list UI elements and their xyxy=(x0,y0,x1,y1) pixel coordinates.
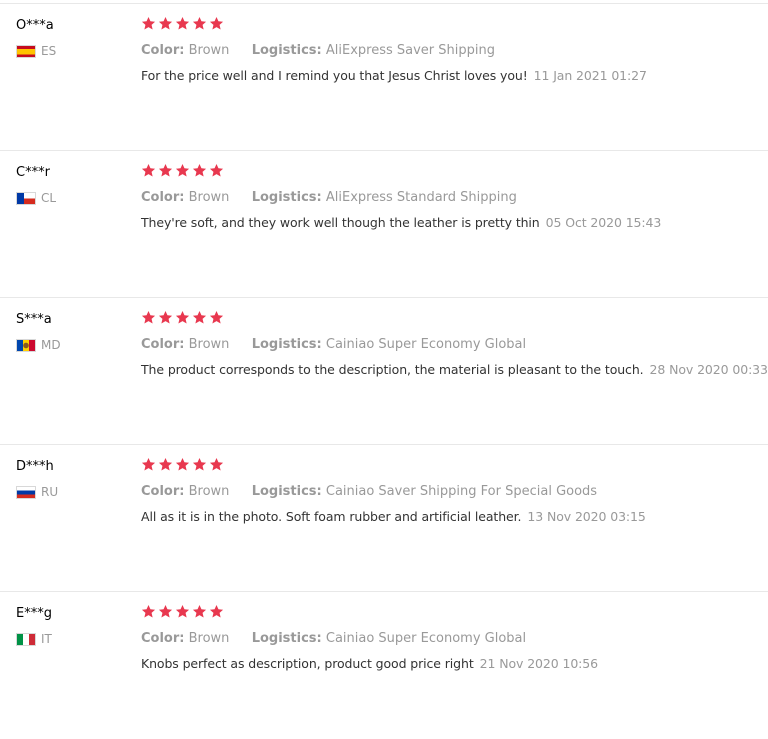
logistics-value: Cainiao Super Economy Global xyxy=(325,631,527,646)
color-value: Brown xyxy=(188,190,230,205)
comment-text: All as it is in the photo. Soft foam rub… xyxy=(141,509,522,524)
comment-text: Knobs perfect as description, product go… xyxy=(141,656,474,671)
star-icon xyxy=(175,163,190,177)
review-date: 28 Nov 2020 00:33 xyxy=(649,362,768,377)
color-key: Color: xyxy=(141,337,185,352)
reviewer-country: IT xyxy=(16,631,52,647)
review-comment: The product corresponds to the descripti… xyxy=(141,362,768,377)
russia-flag-icon xyxy=(16,485,36,499)
star-icon xyxy=(141,16,156,30)
color-key: Color: xyxy=(141,484,185,499)
color-value: Brown xyxy=(188,337,230,352)
color-value: Brown xyxy=(188,43,230,58)
review-item: D***h RU Color: Brown Logistics: Cainiao… xyxy=(0,445,768,592)
star-icon xyxy=(175,16,190,30)
country-code: ES xyxy=(41,44,57,58)
country-code: CL xyxy=(41,191,57,205)
comment-text: The product corresponds to the descripti… xyxy=(141,362,644,377)
star-icon xyxy=(192,16,207,30)
review-date: 05 Oct 2020 15:43 xyxy=(545,215,662,230)
color-key: Color: xyxy=(141,190,185,205)
star-icon xyxy=(158,457,173,471)
reviewer-country: CL xyxy=(16,190,56,206)
country-code: RU xyxy=(41,485,59,499)
review-comment: Knobs perfect as description, product go… xyxy=(141,656,598,671)
star-icon xyxy=(192,457,207,471)
reviewer-name: S***a xyxy=(16,312,52,327)
reviewer-name: O***a xyxy=(16,18,54,33)
star-icon xyxy=(192,310,207,324)
star-icon xyxy=(192,604,207,618)
logistics-value: AliExpress Standard Shipping xyxy=(325,190,517,205)
star-icon xyxy=(158,16,173,30)
review-item: E***g IT Color: Brown Logistics: Cainiao… xyxy=(0,592,768,739)
color-value: Brown xyxy=(188,484,230,499)
moldova-flag-icon xyxy=(16,338,36,352)
review-meta: Color: Brown Logistics: Cainiao Super Ec… xyxy=(141,631,526,646)
star-icon xyxy=(175,310,190,324)
star-icon xyxy=(209,457,224,471)
chile-flag-icon xyxy=(16,191,36,205)
reviewer-name: D***h xyxy=(16,459,54,474)
logistics-value: AliExpress Saver Shipping xyxy=(325,43,495,58)
star-icon xyxy=(158,604,173,618)
star-icon xyxy=(209,604,224,618)
color-key: Color: xyxy=(141,43,185,58)
star-rating xyxy=(141,604,224,619)
logistics-key: Logistics: xyxy=(251,43,322,58)
logistics-key: Logistics: xyxy=(251,484,322,499)
review-date: 21 Nov 2020 10:56 xyxy=(479,656,598,671)
reviewer-name: E***g xyxy=(16,606,52,621)
review-date: 11 Jan 2021 01:27 xyxy=(533,68,647,83)
star-icon xyxy=(175,604,190,618)
color-value: Brown xyxy=(188,631,230,646)
review-meta: Color: Brown Logistics: AliExpress Saver… xyxy=(141,43,495,58)
star-icon xyxy=(141,163,156,177)
logistics-key: Logistics: xyxy=(251,190,322,205)
star-icon xyxy=(175,457,190,471)
star-icon xyxy=(141,457,156,471)
logistics-value: Cainiao Super Economy Global xyxy=(325,337,527,352)
review-comment: For the price well and I remind you that… xyxy=(141,68,647,83)
reviewer-name: C***r xyxy=(16,165,50,180)
star-icon xyxy=(141,310,156,324)
color-key: Color: xyxy=(141,631,185,646)
star-rating xyxy=(141,163,224,178)
star-icon xyxy=(158,310,173,324)
star-icon xyxy=(209,16,224,30)
review-item: O***a ES Color: Brown Logistics: AliExpr… xyxy=(0,4,768,151)
reviewer-country: ES xyxy=(16,43,56,59)
star-icon xyxy=(141,604,156,618)
reviewer-country: RU xyxy=(16,484,58,500)
review-comment: They're soft, and they work well though … xyxy=(141,215,661,230)
review-meta: Color: Brown Logistics: Cainiao Super Ec… xyxy=(141,337,526,352)
star-rating xyxy=(141,310,224,325)
star-rating xyxy=(141,457,224,472)
comment-text: For the price well and I remind you that… xyxy=(141,68,528,83)
star-rating xyxy=(141,16,224,31)
review-comment: All as it is in the photo. Soft foam rub… xyxy=(141,509,646,524)
logistics-key: Logistics: xyxy=(251,631,322,646)
review-meta: Color: Brown Logistics: AliExpress Stand… xyxy=(141,190,517,205)
star-icon xyxy=(192,163,207,177)
country-code: IT xyxy=(41,632,52,646)
logistics-value: Cainiao Saver Shipping For Special Goods xyxy=(325,484,598,499)
star-icon xyxy=(209,163,224,177)
country-code: MD xyxy=(41,338,61,352)
comment-text: They're soft, and they work well though … xyxy=(141,215,540,230)
review-meta: Color: Brown Logistics: Cainiao Saver Sh… xyxy=(141,484,597,499)
review-item: C***r CL Color: Brown Logistics: AliExpr… xyxy=(0,151,768,298)
review-date: 13 Nov 2020 03:15 xyxy=(527,509,646,524)
reviewer-country: MD xyxy=(16,337,61,353)
italy-flag-icon xyxy=(16,632,36,646)
logistics-key: Logistics: xyxy=(251,337,322,352)
spain-flag-icon xyxy=(16,44,36,58)
review-item: S***a MD Color: Brown Logistics: Cainiao… xyxy=(0,298,768,445)
star-icon xyxy=(209,310,224,324)
star-icon xyxy=(158,163,173,177)
